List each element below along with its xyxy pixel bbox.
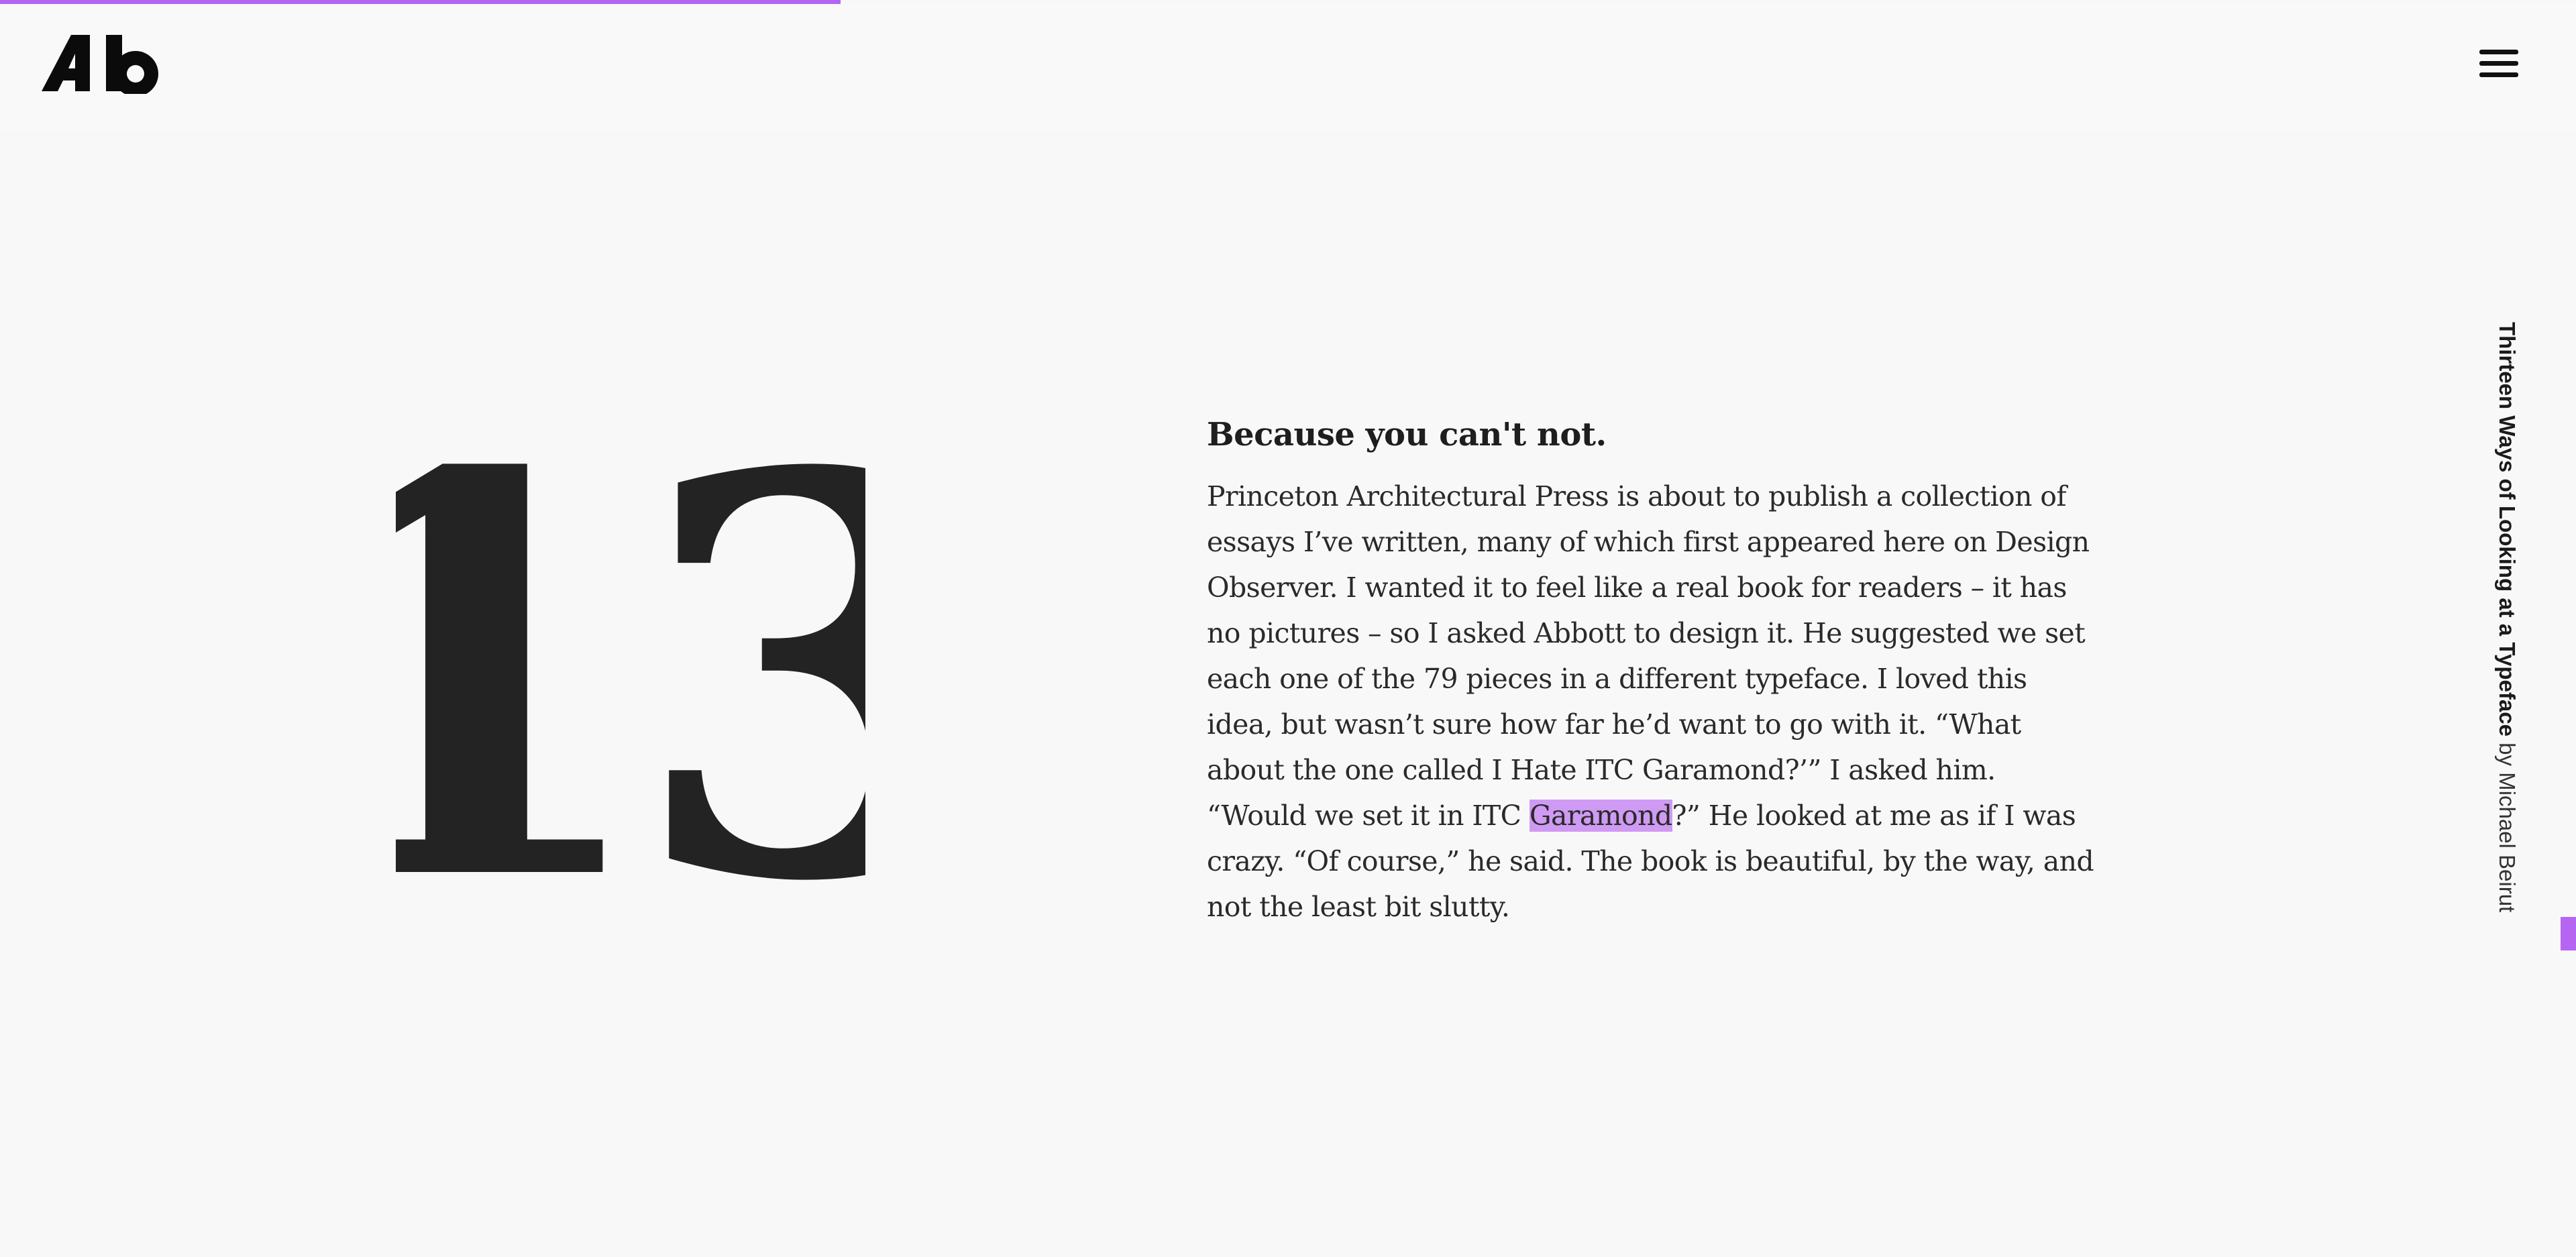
article-title: Thirteen Ways of Looking at a Typeface [2495, 322, 2520, 736]
entry-heading: Because you can't not. [1207, 416, 1607, 453]
ab-logo-icon [42, 35, 158, 97]
entry-article: Because you can't not. Princeton Archite… [1207, 416, 2099, 930]
highlighted-word: Garamond [1529, 800, 1672, 832]
page: 13 Because you can't not. Princeton Arch… [0, 0, 2576, 1257]
hamburger-menu-icon [2479, 50, 2518, 54]
entry-body: Princeton Architectural Press is about t… [1207, 474, 2099, 930]
entry-number-text: 13 [396, 429, 865, 899]
entry-body-text: Princeton Architectural Press is about t… [1207, 480, 2090, 832]
entry-number: 13 [274, 356, 1013, 1002]
site-logo[interactable] [42, 34, 169, 97]
site-header [0, 4, 2576, 131]
article-byline: by Michael Beirut [2495, 736, 2520, 913]
hamburger-menu-icon [2479, 72, 2518, 77]
menu-button[interactable] [2469, 44, 2529, 91]
article-side-title: Thirteen Ways of Looking at a Typeface b… [2489, 322, 2529, 939]
side-progress-marker [2561, 917, 2576, 950]
hamburger-menu-icon [2479, 61, 2518, 66]
